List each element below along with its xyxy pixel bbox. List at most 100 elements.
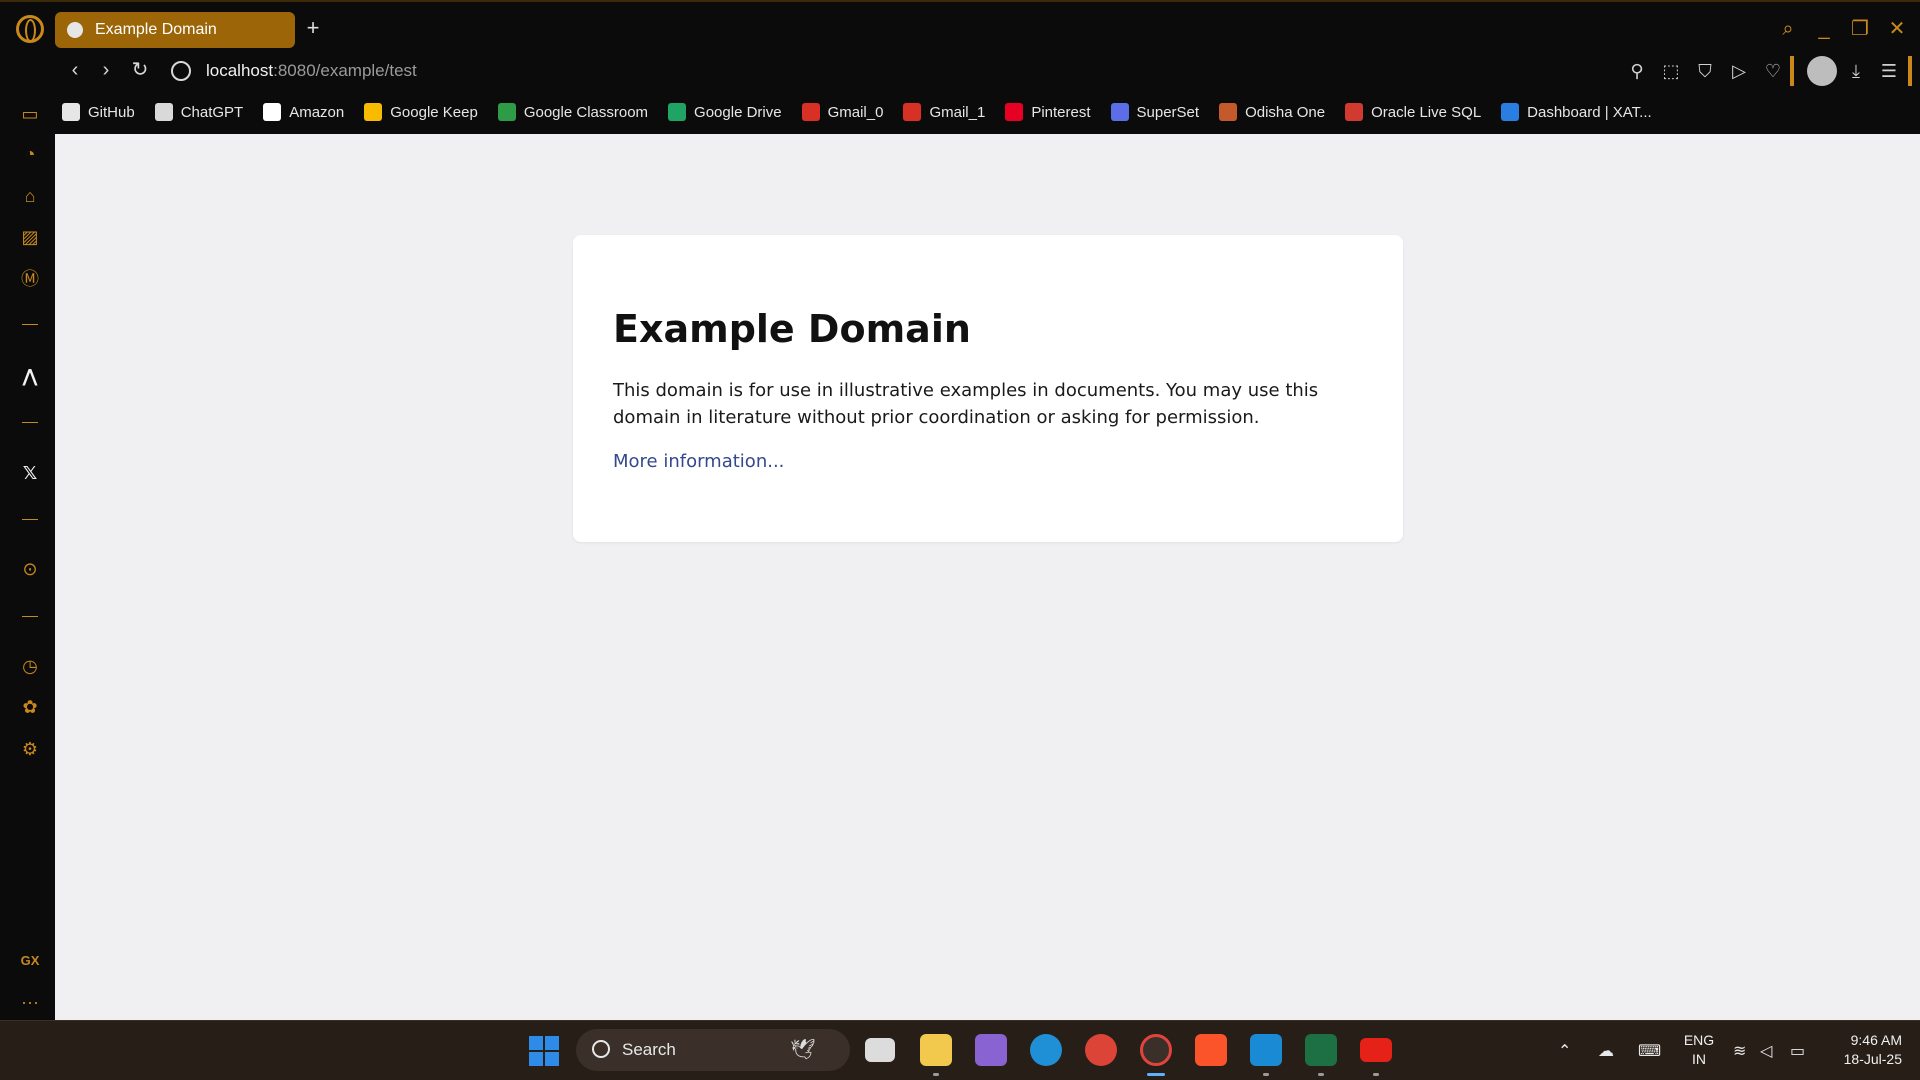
more-information-link[interactable]: More information...: [613, 451, 784, 472]
bookmark-item[interactable]: Oracle Live SQL: [1345, 103, 1481, 121]
onedrive-icon[interactable]: ☁: [1598, 1041, 1614, 1061]
content-card: Example Domain This domain is for use in…: [573, 235, 1403, 542]
clock[interactable]: 9:46 AM 18-Jul-25: [1826, 1031, 1902, 1069]
profile-avatar[interactable]: [1807, 56, 1837, 86]
tab-title: Example Domain: [95, 21, 217, 38]
file-explorer-icon[interactable]: [920, 1034, 952, 1066]
forward-button[interactable]: ›: [93, 58, 119, 84]
bookmark-label: Gmail_0: [827, 103, 884, 121]
tab-example-domain[interactable]: Example Domain: [55, 12, 295, 48]
excel-icon[interactable]: [1305, 1034, 1337, 1066]
bookmark-label: Oracle Live SQL: [1371, 103, 1482, 121]
vscode-icon[interactable]: [1250, 1034, 1282, 1066]
bookmark-item[interactable]: Amazon: [263, 103, 344, 121]
bookmark-item[interactable]: Dashboard | XAT...: [1501, 103, 1652, 121]
address-bar[interactable]: localhost:8080/example/test: [206, 61, 417, 81]
bookmark-label: Odisha One: [1245, 103, 1326, 121]
send-icon[interactable]: ▷: [1727, 59, 1751, 83]
dashboard-icon: [1501, 103, 1520, 121]
history-icon[interactable]: ◷: [18, 654, 42, 678]
keyboard-icon[interactable]: ⌨: [1638, 1041, 1661, 1061]
toolbar-edge: [1908, 56, 1912, 86]
reload-button[interactable]: ↻: [127, 58, 153, 84]
active-app-indicator: [1147, 1073, 1165, 1076]
bookmark-item[interactable]: GitHub: [62, 103, 135, 121]
bookmark-item[interactable]: Google Drive: [668, 103, 782, 121]
page-paragraph: This domain is for use in illustrative e…: [613, 380, 1319, 428]
new-tab-button[interactable]: +: [300, 16, 326, 42]
battery-icon[interactable]: ▭: [1790, 1041, 1805, 1061]
bookmark-item[interactable]: ChatGPT: [154, 103, 244, 121]
volume-icon[interactable]: ◁: [1760, 1041, 1772, 1061]
snapshot-icon[interactable]: ⬚: [1659, 59, 1683, 83]
messenger-m-icon[interactable]: Ⓜ: [18, 267, 42, 291]
address-bar-row: ‹ › ↻ localhost:8080/example/test ⚲ ⬚ ⛉ …: [55, 56, 1920, 86]
bookmark-item[interactable]: Pinterest: [1005, 103, 1091, 121]
clock-time: 9:46 AM: [1850, 1032, 1902, 1048]
bookmark-item[interactable]: Google Keep: [364, 103, 478, 121]
back-button[interactable]: ‹: [62, 58, 88, 84]
aria-icon[interactable]: ⋀: [18, 364, 42, 388]
search-tabs-icon[interactable]: ⌕: [1773, 16, 1803, 42]
bookmark-item[interactable]: Gmail_1: [903, 103, 985, 121]
taskbar-search[interactable]: Search 🕊: [576, 1029, 850, 1071]
sidebar-separator: [22, 519, 38, 520]
bookmark-label: GitHub: [88, 103, 135, 121]
easy-setup-icon[interactable]: ☰: [1877, 59, 1901, 83]
bookmark-item[interactable]: Google Classroom: [497, 103, 648, 121]
close-window-button[interactable]: ✕: [1882, 16, 1912, 42]
player-icon[interactable]: ⊙: [18, 557, 42, 581]
tab-strip: Example Domain + ⌕ _ ❐ ✕: [0, 2, 1920, 56]
restore-button[interactable]: ❐: [1845, 16, 1875, 42]
task-view-icon[interactable]: [865, 1038, 895, 1062]
bookmark-item[interactable]: SuperSet: [1110, 103, 1199, 121]
superset-icon: [1110, 103, 1129, 121]
region-code: IN: [1692, 1051, 1706, 1067]
bookmark-label: Google Keep: [390, 103, 478, 121]
gmail-icon: [903, 103, 922, 121]
settings-icon[interactable]: ⚙: [18, 737, 42, 761]
taskbar: Search 🕊 ⌃ ☁ ⌨ ENG IN ≋ ◁ ▭ 9:46 AM 18-J…: [0, 1020, 1920, 1080]
extensions-icon[interactable]: ✿: [18, 695, 42, 719]
opera-menu-icon[interactable]: [16, 15, 44, 43]
heart-icon[interactable]: ♡: [1761, 59, 1785, 83]
opera-gx-icon[interactable]: [1140, 1034, 1172, 1066]
adblock-shield-icon[interactable]: ⛉: [1693, 59, 1717, 83]
language-indicator[interactable]: ENG IN: [1682, 1031, 1716, 1069]
google-drive-icon: [668, 103, 687, 121]
url-path: :8080/example/test: [273, 61, 417, 80]
bookmark-item[interactable]: Odisha One: [1219, 103, 1325, 121]
brave-icon[interactable]: [1195, 1034, 1227, 1066]
gx-control-icon[interactable]: ▭: [18, 102, 42, 126]
bookmark-label: ChatGPT: [180, 103, 244, 121]
bookmark-label: Gmail_1: [929, 103, 986, 121]
gx-corner-icon[interactable]: ⌂: [18, 184, 42, 208]
sidebar-separator: [22, 616, 38, 617]
windows-start-icon[interactable]: [529, 1036, 559, 1066]
more-icon[interactable]: ···: [18, 990, 42, 1014]
pin-icon[interactable]: ⚲: [1625, 59, 1649, 83]
running-indicator: [1318, 1073, 1324, 1076]
x-twitter-icon[interactable]: 𝕏: [18, 461, 42, 485]
globe-icon: [67, 22, 83, 38]
youtube-icon[interactable]: [1360, 1038, 1392, 1062]
edge-icon[interactable]: [1030, 1034, 1062, 1066]
minimize-button[interactable]: _: [1809, 16, 1839, 42]
twitch-icon[interactable]: ▨: [18, 225, 42, 249]
speed-dial-icon[interactable]: ◔: [18, 142, 42, 166]
gmail-icon: [801, 103, 820, 121]
gx-label[interactable]: GX: [18, 949, 42, 973]
taskbar-search-label: Search: [622, 1040, 676, 1059]
amazon-icon: [263, 103, 282, 121]
pinterest-icon: [1005, 103, 1024, 121]
wifi-icon[interactable]: ≋: [1733, 1041, 1746, 1061]
site-info-icon[interactable]: [171, 61, 191, 81]
chrome-icon[interactable]: [1085, 1034, 1117, 1066]
show-hidden-icons[interactable]: ⌃: [1558, 1041, 1571, 1061]
bookmark-item[interactable]: Gmail_0: [801, 103, 884, 121]
search-icon: [592, 1040, 610, 1058]
copilot-icon[interactable]: [975, 1034, 1007, 1066]
running-indicator: [1373, 1073, 1379, 1076]
running-indicator: [933, 1073, 939, 1076]
download-icon[interactable]: ⤓: [1844, 59, 1868, 83]
